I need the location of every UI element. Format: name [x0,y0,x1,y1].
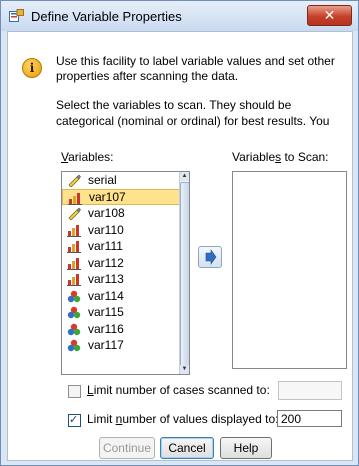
variable-list-item[interactable]: var112 [62,255,189,272]
arrow-right-icon [205,249,217,265]
nominal-variable-icon [67,306,81,319]
scroll-thumb[interactable] [180,182,189,370]
scale-variable-icon [68,192,82,205]
variables-label: Variables: [61,150,114,164]
variable-name: serial [88,173,117,187]
values-limit-input[interactable]: 200 [277,410,342,427]
title-bar[interactable]: Define Variable Properties ✕ [1,1,358,31]
checkmark-icon: ✓ [69,414,79,426]
scroll-up-icon[interactable]: ▲ [180,172,189,181]
scale-variable-icon [67,257,81,270]
app-icon [9,9,24,22]
variable-name: var110 [88,222,124,237]
variable-name: var111 [88,239,123,253]
scale-variable-icon [67,224,81,237]
cases-limit-input[interactable] [278,381,342,400]
variable-name: var117 [88,338,124,352]
limit-cases-label[interactable]: Limit number of cases scanned to: [87,383,270,397]
variable-list-item[interactable]: var117 [62,337,189,354]
limit-values-checkbox[interactable]: ✓ [68,414,81,427]
nominal-variable-icon [67,290,81,302]
info-icon: i [22,58,42,78]
variable-name: var113 [88,272,124,286]
move-to-scan-button[interactable] [198,246,222,268]
variable-list-item[interactable]: var107 [62,188,189,205]
variables-scrollbar[interactable]: ▲ ▼ [179,172,189,374]
variable-name: var107 [89,189,126,204]
variable-list-item[interactable]: var111 [62,238,189,255]
string-variable-icon [68,207,81,220]
variable-list-item[interactable]: var115 [62,304,189,321]
variable-list-item[interactable]: var116 [62,321,189,338]
continue-button[interactable]: Continue [99,437,155,459]
variables-to-scan-listbox[interactable] [232,171,347,369]
variable-name: var108 [88,206,125,220]
nominal-variable-icon [67,323,81,335]
variables-listbox[interactable]: serial var107 var108 var110 var111 var112 var1… [61,171,190,375]
variable-list-item[interactable]: var114 [62,288,189,305]
dialog-window: Define Variable Properties ✕ i Use this … [0,0,359,466]
variable-name: var112 [88,255,124,270]
intro-text: Use this facility to label variable valu… [56,54,335,83]
variables-to-scan-label: Variables to Scan: [232,150,329,164]
variable-list-item[interactable]: var113 [62,271,189,288]
variable-list-item[interactable]: var110 [62,222,189,239]
variable-name: var115 [88,305,124,319]
limit-values-label[interactable]: Limit number of values displayed to: [87,412,278,426]
scale-variable-icon [67,274,81,286]
scroll-down-icon[interactable]: ▼ [180,365,189,374]
nominal-variable-icon [67,339,81,352]
string-variable-icon [68,174,81,187]
variable-list-item[interactable]: var108 [62,205,189,222]
close-button[interactable]: ✕ [307,5,352,26]
limit-cases-checkbox[interactable] [68,385,81,398]
cancel-button[interactable]: Cancel [160,437,214,459]
close-icon: ✕ [323,7,336,23]
dialog-body: i Use this facility to label variable va… [7,31,353,461]
instructions-text: Select the variables to scan. They shoul… [56,98,330,128]
variable-list-item[interactable]: serial [62,172,189,189]
variable-name: var114 [88,288,124,303]
help-button[interactable]: Help [220,437,272,459]
variable-name: var116 [88,321,124,336]
scale-variable-icon [67,241,81,253]
dialog-title: Define Variable Properties [31,9,182,24]
